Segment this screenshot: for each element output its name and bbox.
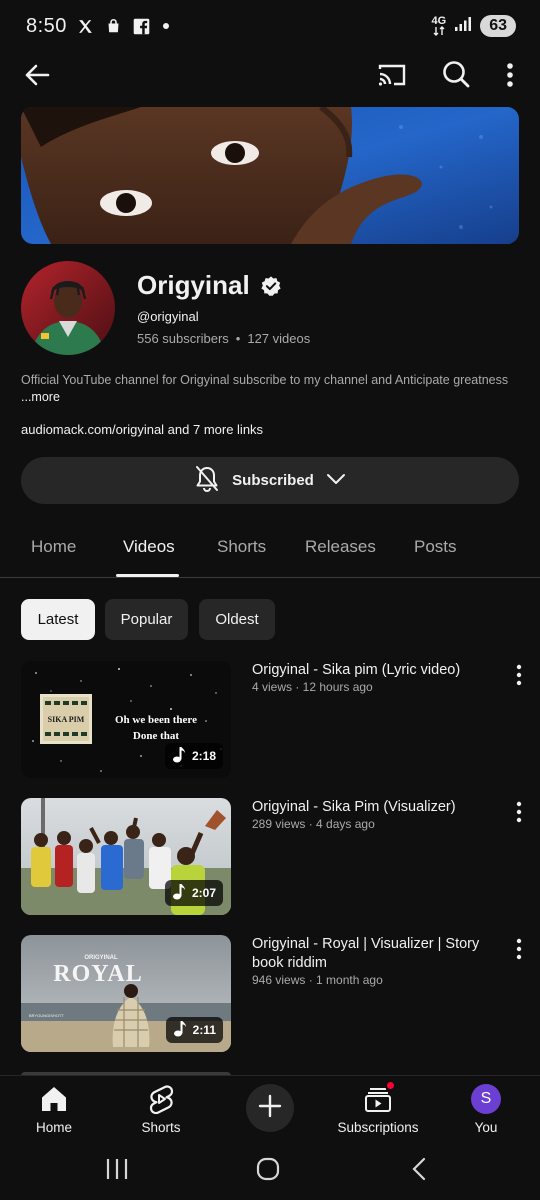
thumb-lyric-line-1: Oh we been there [115, 714, 197, 726]
app-bar [0, 52, 540, 98]
chip-popular[interactable]: Popular [105, 599, 188, 640]
chip-oldest[interactable]: Oldest [199, 599, 275, 640]
duration-badge: 2:11 [165, 1017, 223, 1043]
network-4g-icon: 4G [431, 15, 447, 36]
status-right: 4G 63 [432, 15, 516, 37]
channel-name-row: Origyinal [137, 270, 282, 301]
video-item[interactable]: 2:07 Origyinal - Sika Pim (Visualizer) 2… [0, 798, 540, 916]
status-bar: 8:50 4G 63 [0, 0, 540, 52]
cast-icon[interactable] [376, 60, 408, 90]
thumb-lyric-line-2: Done that [133, 730, 179, 742]
music-note-icon [173, 1020, 187, 1040]
home-icon [39, 1076, 69, 1116]
you-avatar-wrap: S [471, 1076, 501, 1116]
description-text: Official YouTube channel for Origyinal s… [21, 373, 509, 387]
chip-latest[interactable]: Latest [21, 599, 95, 640]
channel-stats: 556 subscribers • 127 videos [137, 331, 310, 346]
tab-releases[interactable]: Releases [305, 537, 376, 557]
duration-label: 2:18 [191, 749, 216, 763]
channel-banner [21, 107, 519, 244]
video-item[interactable]: SIKA PIM Oh we been there Done that 2:18… [0, 661, 540, 779]
network-label: 4G [431, 15, 447, 27]
subscriber-count: 556 subscribers [137, 331, 229, 346]
channel-links[interactable]: audiomack.com/origyinal and 7 more links [21, 422, 263, 437]
shopping-bag-icon [105, 17, 123, 35]
tab-posts[interactable]: Posts [414, 537, 457, 557]
video-title[interactable]: Origyinal - Sika pim (Lyric video) [252, 661, 497, 680]
duration-label: 2:11 [192, 1023, 216, 1037]
video-meta: 946 views · 1 month ago [252, 973, 383, 987]
tab-shorts[interactable]: Shorts [217, 537, 266, 557]
video-title[interactable]: Origyinal - Sika Pim (Visualizer) [252, 798, 497, 817]
music-note-icon [172, 746, 186, 766]
more-vert-icon[interactable] [498, 60, 522, 90]
duration-label: 2:07 [191, 886, 216, 900]
chevron-down-icon [326, 472, 346, 490]
video-thumbnail[interactable]: SIKA PIM Oh we been there Done that 2:18 [21, 661, 231, 778]
recents-icon[interactable] [104, 1156, 130, 1187]
you-avatar: S [471, 1084, 501, 1114]
tab-home[interactable]: Home [31, 537, 76, 557]
tab-videos[interactable]: Videos [123, 537, 175, 557]
channel-tabs: Home Videos Shorts Releases Posts [0, 520, 540, 578]
bottom-navigation: Home Shorts Subscriptions S You [0, 1075, 540, 1140]
create-button[interactable] [246, 1084, 294, 1132]
thumb-credit: BRYOUNGISHOTT [29, 1013, 64, 1018]
system-navigation-bar [0, 1140, 540, 1200]
video-meta: 289 views · 4 days ago [252, 817, 375, 831]
battery-indicator: 63 [480, 15, 516, 37]
video-item[interactable]: ORIGYINAL ROYAL BRYOUNGISHOTT 2:11 Origy… [0, 935, 540, 1053]
subscribed-button[interactable]: Subscribed [21, 457, 519, 504]
duration-badge: 2:07 [164, 880, 223, 906]
nav-home[interactable]: Home [0, 1076, 114, 1135]
bell-off-icon [194, 465, 220, 497]
nav-shorts-label: Shorts [141, 1120, 181, 1135]
video-thumbnail[interactable]: 2:07 [21, 798, 231, 915]
back-chevron-icon[interactable] [406, 1156, 432, 1187]
video-meta: 4 views · 12 hours ago [252, 680, 373, 694]
shorts-icon [147, 1076, 175, 1116]
facebook-icon [133, 17, 151, 35]
active-tab-indicator [116, 574, 179, 577]
description-more-link[interactable]: ...more [21, 390, 60, 404]
nav-shorts[interactable]: Shorts [101, 1076, 221, 1135]
nav-home-label: Home [35, 1120, 72, 1135]
status-time: 8:50 [26, 14, 67, 37]
verified-icon [260, 275, 282, 297]
search-icon[interactable] [440, 58, 472, 90]
notification-dot [385, 1080, 396, 1091]
channel-avatar[interactable] [21, 261, 115, 355]
nav-you-label: You [474, 1120, 498, 1135]
stats-separator: • [235, 331, 241, 346]
x-app-icon [77, 17, 95, 35]
status-left: 8:50 [26, 15, 169, 38]
nav-subscriptions-label: Subscriptions [337, 1120, 419, 1135]
duration-badge: 2:18 [164, 743, 223, 769]
home-circle-icon[interactable] [255, 1156, 281, 1187]
channel-name: Origyinal [137, 270, 250, 300]
more-vert-icon[interactable] [510, 800, 528, 824]
more-vert-icon[interactable] [510, 663, 528, 687]
subscribed-label: Subscribed [232, 472, 314, 489]
nav-subscriptions[interactable]: Subscriptions [318, 1076, 438, 1135]
video-count: 127 videos [247, 331, 311, 346]
signal-icon [454, 16, 472, 37]
thumb-badge-text: SIKA PIM [48, 715, 85, 724]
thumb-big-title: ROYAL [53, 961, 142, 987]
plus-icon [258, 1094, 282, 1123]
channel-description[interactable]: Official YouTube channel for Origyinal s… [21, 372, 521, 405]
notification-dot-icon [162, 23, 169, 29]
video-title[interactable]: Origyinal - Royal | Visualizer | Story b… [252, 935, 497, 973]
music-note-icon [172, 883, 186, 903]
back-arrow-icon[interactable] [20, 58, 54, 92]
nav-you[interactable]: S You [426, 1076, 540, 1135]
video-thumbnail[interactable]: ORIGYINAL ROYAL BRYOUNGISHOTT 2:11 [21, 935, 231, 1052]
channel-handle: @origyinal [137, 309, 199, 324]
subscriptions-icon [363, 1076, 396, 1116]
more-vert-icon[interactable] [510, 937, 528, 961]
